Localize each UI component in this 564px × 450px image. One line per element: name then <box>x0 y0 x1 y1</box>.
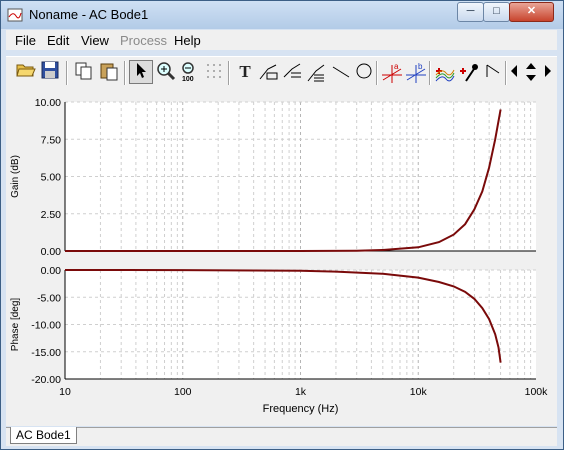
app-icon <box>7 8 23 22</box>
select-arrow-icon[interactable] <box>129 60 153 84</box>
open-icon[interactable] <box>14 61 38 83</box>
eyedropper-icon[interactable] <box>457 61 481 83</box>
close-button[interactable]: ✕ <box>509 2 554 22</box>
step-icon[interactable] <box>481 61 505 83</box>
copy-icon[interactable] <box>72 61 96 83</box>
add-trace-icon[interactable] <box>433 61 457 83</box>
label-multi-icon[interactable] <box>281 61 305 83</box>
toolbar-separator <box>66 61 68 85</box>
grid-icon[interactable] <box>202 61 226 83</box>
window-title: Noname - AC Bode1 <box>29 7 149 22</box>
line-tool-icon[interactable] <box>329 61 353 83</box>
toolbar-separator <box>228 61 230 85</box>
bode-plot[interactable]: 0.00 2.50 5.00 7.50 10.00 Gain (dB) 0.00 -5.0… <box>6 89 557 426</box>
phase-y-tick-label: 0.00 <box>41 265 62 277</box>
menu-help[interactable]: Help <box>174 33 201 48</box>
phase-y-tick-label: -20.00 <box>31 374 61 386</box>
zoom-in-icon[interactable] <box>154 61 178 83</box>
gain-axis-label: Gain (dB) <box>10 155 21 198</box>
svg-text:a: a <box>394 62 399 71</box>
zoom-100-label: 100 <box>182 76 194 83</box>
annotation-icon[interactable] <box>305 61 329 83</box>
gain-y-tick-label: 2.50 <box>41 209 62 221</box>
gain-y-tick-label: 0.00 <box>41 246 62 258</box>
arrow-updown-icon[interactable] <box>521 61 541 83</box>
phase-axis-label: Phase [deg] <box>10 298 21 352</box>
menu-bar: File Edit View Process Help <box>6 30 557 50</box>
x-tick-label: 1k <box>295 386 307 398</box>
phase-y-tick-label: -10.00 <box>31 320 61 332</box>
text-tool-icon[interactable]: T <box>233 61 257 83</box>
maximize-button[interactable]: □ <box>483 2 510 22</box>
svg-text:b: b <box>418 62 423 71</box>
zoom-100-icon[interactable]: 100 <box>178 61 202 83</box>
menu-edit[interactable]: Edit <box>47 33 69 48</box>
cursor-a-icon[interactable]: a <box>380 61 404 83</box>
frequency-axis-label: Frequency (Hz) <box>263 403 339 415</box>
toolbar: 100 T a b <box>6 56 557 90</box>
x-tick-label: 10 <box>59 386 71 398</box>
arrow-right-icon[interactable] <box>541 61 555 83</box>
menu-file[interactable]: File <box>15 33 36 48</box>
ellipse-tool-icon[interactable] <box>352 61 376 83</box>
phase-y-tick-label: -5.00 <box>37 292 61 304</box>
paste-icon[interactable] <box>97 61 121 83</box>
save-icon[interactable] <box>38 61 62 83</box>
toolbar-separator <box>124 61 126 85</box>
tab-ac-bode1[interactable]: AC Bode1 <box>10 427 77 444</box>
minimize-button[interactable]: ─ <box>457 2 484 22</box>
gain-panel[interactable]: 0.00 2.50 5.00 7.50 10.00 Gain (dB) <box>10 97 536 258</box>
phase-panel[interactable]: 0.00 -5.00 -10.00 -15.00 -20.00 Phase [deg] <box>10 265 536 386</box>
gain-y-tick-label: 5.00 <box>41 172 62 184</box>
title-bar: Noname - AC Bode1 ─ □ ✕ <box>1 1 563 29</box>
x-tick-label: 100 <box>174 386 192 398</box>
menu-view[interactable]: View <box>81 33 109 48</box>
phase-y-tick-label: -15.00 <box>31 347 61 359</box>
tab-bar: AC Bode1 <box>6 427 557 446</box>
label-icon[interactable] <box>257 61 281 83</box>
gain-y-tick-label: 10.00 <box>35 97 61 109</box>
cursor-b-icon[interactable]: b <box>404 61 428 83</box>
toolbar-separator <box>429 61 431 85</box>
gain-y-tick-label: 7.50 <box>41 134 62 146</box>
app-window: Noname - AC Bode1 ─ □ ✕ File Edit View P… <box>0 0 564 450</box>
arrow-left-icon[interactable] <box>507 61 521 83</box>
x-tick-label: 10k <box>410 386 428 398</box>
x-tick-label: 100k <box>525 386 549 398</box>
menu-process[interactable]: Process <box>120 33 167 48</box>
toolbar-separator <box>376 61 378 85</box>
plot-area: 0.00 2.50 5.00 7.50 10.00 Gain (dB) 0.00 -5.0… <box>6 89 557 426</box>
